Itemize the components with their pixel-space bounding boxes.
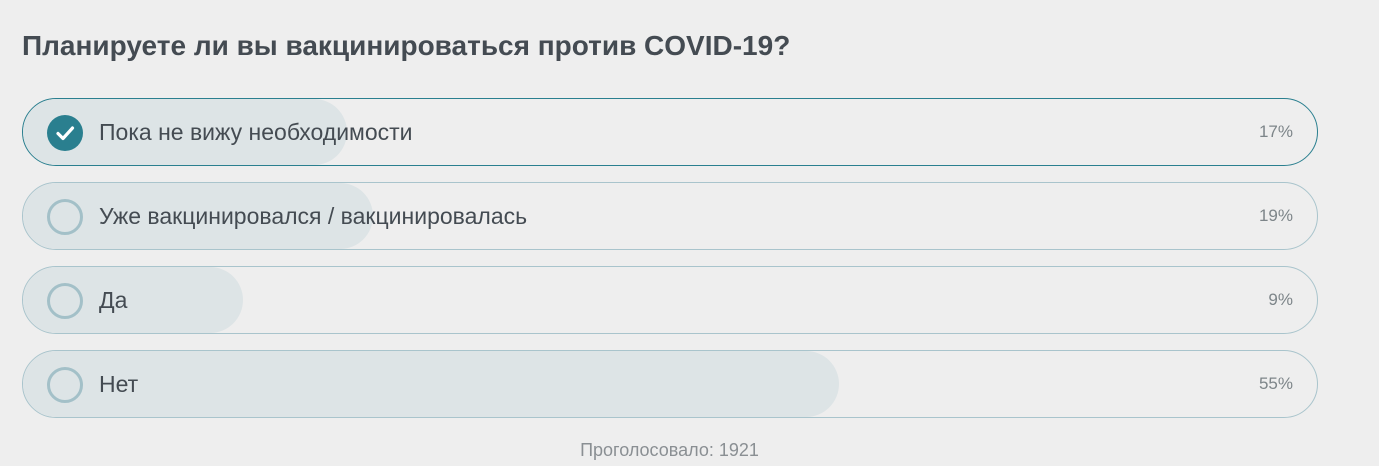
- poll-option-result-bar: [23, 351, 839, 417]
- poll-option-percent: 9%: [1268, 290, 1293, 309]
- poll-options: Пока не вижу необходимости 17% Уже вакци…: [22, 98, 1318, 434]
- poll-option-1[interactable]: Пока не вижу необходимости 17%: [22, 98, 1318, 166]
- checkmark-icon[interactable]: [47, 115, 83, 151]
- poll-option-3[interactable]: Да 9%: [22, 266, 1318, 334]
- radio-empty-icon[interactable]: [47, 199, 83, 235]
- poll-question: Планируете ли вы вакцинироваться против …: [22, 30, 791, 61]
- poll-option-label: Уже вакцинировался / вакцинировалась: [99, 203, 528, 229]
- poll-option-2[interactable]: Уже вакцинировался / вакцинировалась 19%: [22, 182, 1318, 250]
- poll-option-label: Нет: [99, 371, 139, 397]
- poll-option-percent: 55%: [1258, 374, 1293, 393]
- poll-widget: Планируете ли вы вакцинироваться против …: [0, 0, 1379, 466]
- poll-option-percent: 19%: [1258, 206, 1293, 225]
- poll-option-label: Пока не вижу необходимости: [99, 119, 413, 145]
- vote-count: Проголосовало: 1921: [580, 440, 759, 460]
- poll-option-percent: 17%: [1258, 122, 1293, 141]
- radio-empty-icon[interactable]: [47, 367, 83, 403]
- poll-option-label: Да: [99, 287, 128, 313]
- radio-empty-icon[interactable]: [47, 283, 83, 319]
- poll-option-4[interactable]: Нет 55%: [22, 350, 1318, 418]
